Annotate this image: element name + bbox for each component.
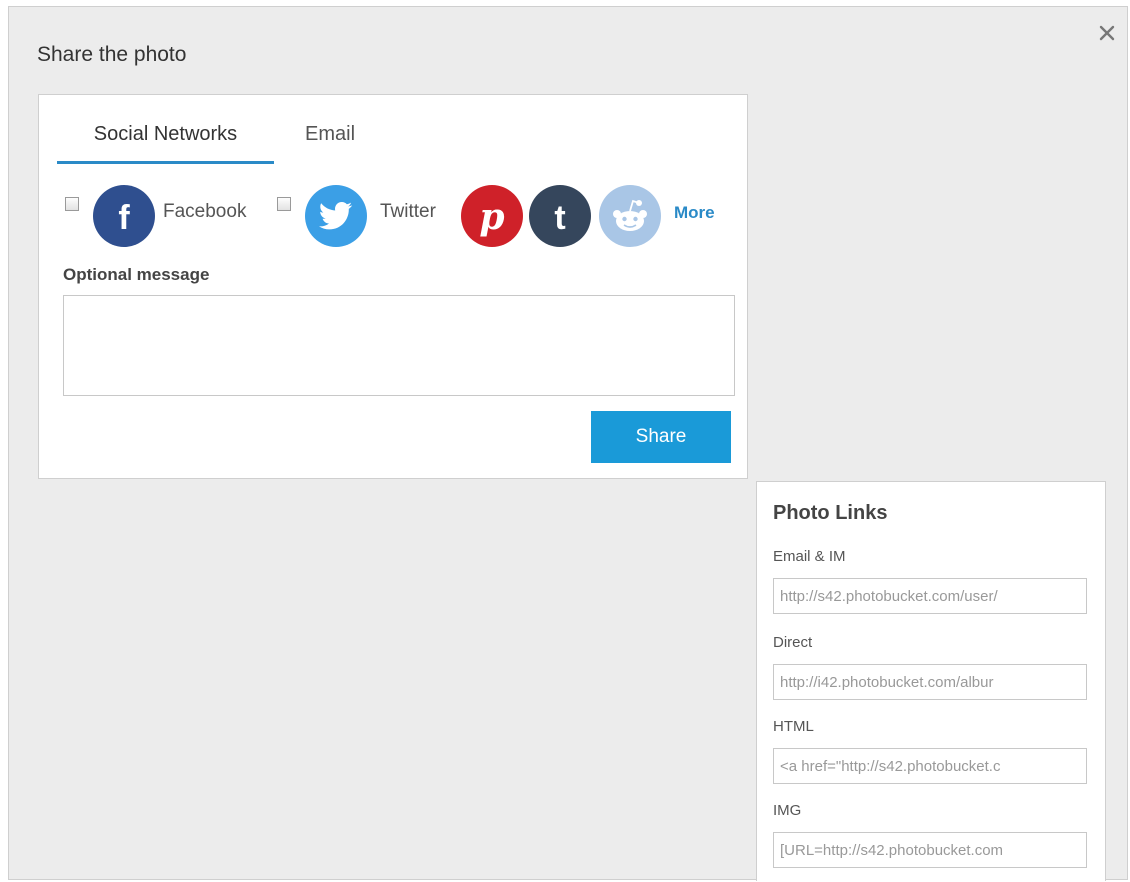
optional-message-label: Optional message xyxy=(63,265,210,284)
svg-text:p: p xyxy=(479,196,504,238)
svg-text:t: t xyxy=(554,199,565,237)
html-link-input[interactable] xyxy=(773,748,1087,784)
optional-message-input[interactable] xyxy=(63,295,735,396)
pinterest-icon[interactable]: p xyxy=(461,185,523,247)
share-photo-modal: Share the photo Social Networks Email f … xyxy=(8,6,1128,881)
facebook-checkbox[interactable] xyxy=(65,197,79,211)
email-im-label: Email & IM xyxy=(773,548,846,565)
direct-label: Direct xyxy=(773,634,813,651)
tab-social-networks[interactable]: Social Networks xyxy=(57,115,274,164)
email-im-link-input[interactable] xyxy=(773,578,1087,614)
more-networks-link[interactable]: More xyxy=(674,203,715,223)
img-link-input[interactable] xyxy=(773,832,1087,868)
reddit-icon[interactable] xyxy=(599,185,661,247)
photo-links-panel: Photo Links Email & IM Direct HTML IMG xyxy=(756,481,1106,881)
photo-links-title: Photo Links xyxy=(773,502,888,524)
facebook-icon[interactable]: f xyxy=(93,185,155,247)
direct-link-input[interactable] xyxy=(773,664,1087,700)
html-label: HTML xyxy=(773,718,814,735)
twitter-checkbox[interactable] xyxy=(277,197,291,211)
social-network-options: f Facebook Twitter p t More xyxy=(39,185,747,247)
twitter-label: Twitter xyxy=(380,201,436,222)
close-icon[interactable] xyxy=(1095,21,1119,45)
share-panel: Social Networks Email f Facebook Twitter… xyxy=(38,94,748,479)
twitter-icon[interactable] xyxy=(305,185,367,247)
facebook-label: Facebook xyxy=(163,201,247,222)
share-button[interactable]: Share xyxy=(591,411,731,463)
modal-title: Share the photo xyxy=(37,43,187,66)
tumblr-icon[interactable]: t xyxy=(529,185,591,247)
tab-email[interactable]: Email xyxy=(305,115,355,155)
img-label: IMG xyxy=(773,802,802,819)
svg-text:f: f xyxy=(118,199,130,237)
share-tabs: Social Networks Email xyxy=(57,115,717,164)
